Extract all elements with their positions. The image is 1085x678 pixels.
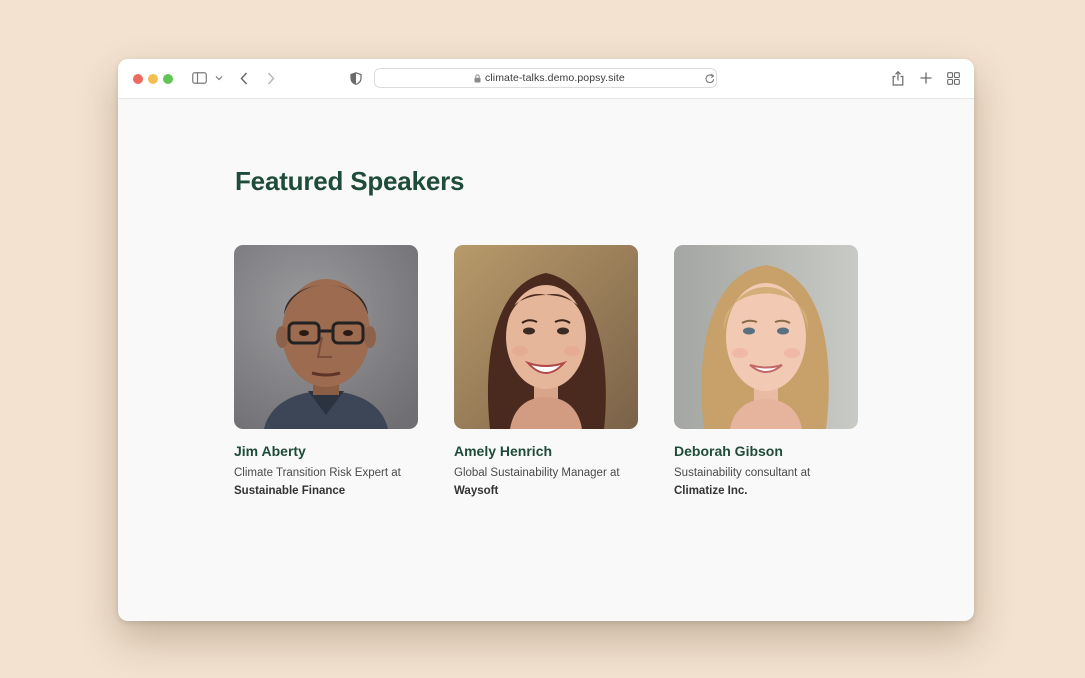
chevron-down-icon[interactable] xyxy=(214,73,223,83)
address-bar[interactable]: climate-talks.demo.popsy.site xyxy=(374,68,717,88)
new-tab-icon[interactable] xyxy=(919,71,933,85)
forward-button[interactable] xyxy=(265,71,277,85)
speaker-role: Global Sustainability Manager at xyxy=(454,467,620,479)
speaker-name[interactable]: Deborah Gibson xyxy=(674,443,783,459)
share-icon[interactable] xyxy=(891,70,905,86)
speaker-card[interactable]: Deborah Gibson Sustainability consultant… xyxy=(674,245,874,497)
lock-icon xyxy=(473,73,481,83)
privacy-shield-icon[interactable] xyxy=(349,71,362,85)
url-text: climate-talks.demo.popsy.site xyxy=(485,72,625,84)
browser-window: climate-talks.demo.popsy.site Featured S… xyxy=(118,59,974,621)
page-title: Featured Speakers xyxy=(235,166,465,196)
speaker-photo xyxy=(234,245,418,429)
sidebar-toggle-icon[interactable] xyxy=(191,71,207,85)
reload-icon[interactable] xyxy=(704,72,715,84)
maximize-window-button[interactable] xyxy=(163,74,173,84)
minimize-window-button[interactable] xyxy=(148,74,158,84)
speaker-role: Sustainability consultant at xyxy=(674,467,811,479)
speaker-card[interactable]: Amely Henrich Global Sustainability Mana… xyxy=(454,245,654,497)
back-button[interactable] xyxy=(238,71,250,85)
speaker-role: Climate Transition Risk Expert at xyxy=(234,467,401,479)
speaker-name[interactable]: Amely Henrich xyxy=(454,443,552,459)
speaker-card[interactable]: Jim Aberty Climate Transition Risk Exper… xyxy=(234,245,434,497)
tab-overview-icon[interactable] xyxy=(946,71,960,85)
speaker-photo xyxy=(454,245,638,429)
speaker-company: Climatize Inc. xyxy=(674,485,748,497)
speaker-company: Sustainable Finance xyxy=(234,485,346,497)
speaker-photo xyxy=(674,245,858,429)
speaker-name[interactable]: Jim Aberty xyxy=(234,443,306,459)
speaker-company: Waysoft xyxy=(454,485,499,497)
browser-toolbar: climate-talks.demo.popsy.site xyxy=(118,59,974,99)
close-window-button[interactable] xyxy=(133,74,143,84)
